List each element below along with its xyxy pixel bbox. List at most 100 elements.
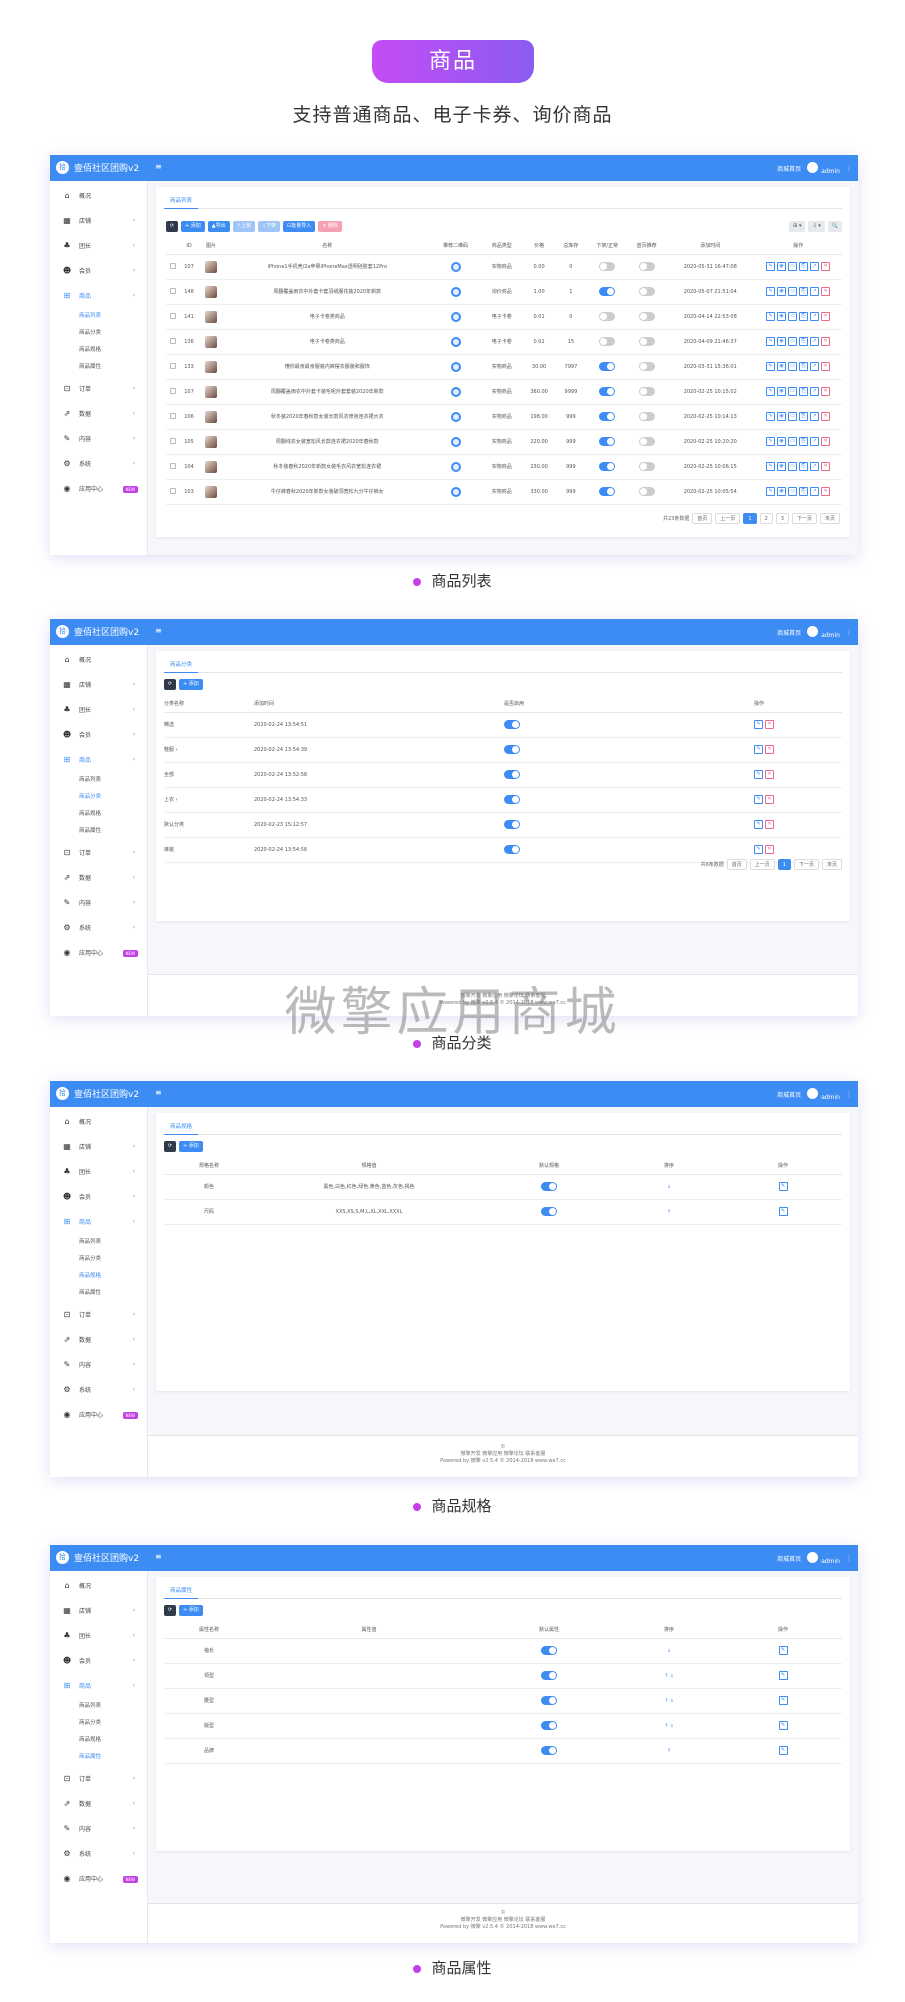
comment-icon[interactable]: ▭ [788,387,798,396]
menu-toggle-icon[interactable]: ≡ [155,626,162,635]
first-page-button[interactable]: 首页 [726,859,747,870]
delete-icon[interactable]: ✕ [765,795,774,804]
page-button[interactable]: 2 [759,513,773,524]
more-icon[interactable]: ⋮ [846,1555,852,1562]
sort-cell[interactable]: ↓ [614,1174,724,1200]
row-checkbox[interactable] [169,463,176,470]
refresh-button[interactable]: ⟳ [164,1141,176,1152]
link-icon[interactable]: ↗ [810,387,820,396]
sidebar-subitem-2[interactable]: 商品规格 [50,806,147,823]
onsale-toggle[interactable] [599,387,616,396]
columns-menu-button[interactable]: ⊞ ▾ [789,221,806,232]
sidebar-subitem-0[interactable]: 商品列表 [50,772,147,789]
sidebar-item-4[interactable]: ⊞ 商品 › [50,1209,147,1234]
edit-icon[interactable]: ✎ [766,362,776,371]
qrcode-icon[interactable] [450,386,461,397]
qrcode-icon[interactable] [450,286,461,297]
next-page-button[interactable]: 下一页 [793,859,819,870]
add-button[interactable]: + 添加 [181,221,205,232]
sidebar-item-6[interactable]: ⇗ 数据 › [50,1327,147,1352]
link-icon[interactable]: ↗ [810,287,820,296]
delete-icon[interactable]: ✕ [821,262,831,271]
more-icon[interactable]: ⋮ [846,629,852,636]
link-icon[interactable]: ↗ [810,487,820,496]
onsale-toggle[interactable] [599,362,616,371]
recommend-toggle[interactable] [638,337,655,346]
default-toggle[interactable] [541,1746,557,1755]
refresh-button[interactable]: ⟳ [164,679,176,690]
view-icon[interactable]: ◉ [777,287,787,296]
search-icon[interactable]: 🔍 [827,221,842,232]
delete-icon[interactable]: ✕ [821,362,831,371]
edit-icon[interactable]: ✎ [754,795,763,804]
sort-cell[interactable]: ↑ ↓ [614,1713,724,1739]
edit-icon[interactable]: ✎ [754,745,763,754]
sidebar-subitem-2[interactable]: 商品规格 [50,342,147,359]
onsale-toggle[interactable] [599,262,616,271]
sidebar-item-8[interactable]: ⚙ 系统 › [50,1841,147,1866]
link-icon[interactable]: ↗ [810,337,820,346]
sidebar-subitem-0[interactable]: 商品列表 [50,1698,147,1715]
copy-icon[interactable]: ⎘ [799,412,809,421]
sidebar-item-6[interactable]: ⇗ 数据 › [50,1791,147,1816]
comment-icon[interactable]: ▭ [788,312,798,321]
sidebar-item-3[interactable]: ☻ 会员 › [50,722,147,747]
sidebar-item-3[interactable]: ☻ 会员 › [50,258,147,283]
sidebar-item-2[interactable]: ♣ 团长 › [50,233,147,258]
sidebar-subitem-3[interactable]: 商品属性 [50,1285,147,1302]
edit-icon[interactable]: ✎ [778,1671,788,1680]
enabled-toggle[interactable] [504,770,520,779]
enabled-toggle[interactable] [504,745,520,754]
copy-icon[interactable]: ⎘ [799,437,809,446]
home-link[interactable]: 商城首页 [777,164,801,173]
link-icon[interactable]: ↗ [810,312,820,321]
recommend-toggle[interactable] [638,462,655,471]
edit-icon[interactable]: ✎ [766,412,776,421]
recommend-toggle[interactable] [638,412,655,421]
delete-icon[interactable]: ✕ [765,820,774,829]
sidebar-item-7[interactable]: ✎ 内容 › [50,426,147,451]
sidebar-subitem-1[interactable]: 商品分类 [50,1715,147,1732]
sidebar-item-4[interactable]: ⊞ 商品 › [50,283,147,308]
sidebar-item-5[interactable]: ⊡ 订单 › [50,1302,147,1327]
copy-icon[interactable]: ⎘ [799,462,809,471]
sidebar-subitem-0[interactable]: 商品列表 [50,308,147,325]
copy-icon[interactable]: ⎘ [799,362,809,371]
comment-icon[interactable]: ▭ [788,412,798,421]
default-toggle[interactable] [541,1646,557,1655]
view-icon[interactable]: ◉ [777,462,787,471]
sidebar-subitem-3[interactable]: 商品属性 [50,1749,147,1766]
sidebar-item-5[interactable]: ⊡ 订单 › [50,376,147,401]
batch-import-button[interactable]: ⊡批量导入 [283,221,316,232]
edit-icon[interactable]: ✎ [778,1182,788,1191]
delete-icon[interactable]: ✕ [821,287,831,296]
sidebar-item-8[interactable]: ⚙ 系统 › [50,915,147,940]
onsale-toggle[interactable] [599,412,616,421]
view-icon[interactable]: ◉ [777,412,787,421]
edit-icon[interactable]: ✎ [766,487,776,496]
default-toggle[interactable] [541,1671,557,1680]
menu-toggle-icon[interactable]: ≡ [155,1088,162,1097]
tab-product-attribute[interactable]: 商品属性 [164,1585,199,1599]
onsale-toggle[interactable] [599,287,616,296]
sidebar-item-0[interactable]: ⌂ 概况 [50,647,147,672]
sidebar-item-7[interactable]: ✎ 内容 › [50,890,147,915]
sidebar-subitem-3[interactable]: 商品属性 [50,359,147,376]
recommend-toggle[interactable] [638,262,655,271]
sidebar-item-7[interactable]: ✎ 内容 › [50,1352,147,1377]
page-button[interactable]: 1 [777,859,791,870]
sidebar-item-6[interactable]: ⇗ 数据 › [50,401,147,426]
delete-icon[interactable]: ✕ [821,387,831,396]
sidebar-item-9[interactable]: ◉ 应用中心 NEW [50,476,147,501]
tab-product-spec[interactable]: 商品规格 [164,1121,199,1135]
row-checkbox[interactable] [169,388,176,395]
view-icon[interactable]: ◉ [777,437,787,446]
last-page-button[interactable]: 末页 [821,859,842,870]
edit-icon[interactable]: ✎ [754,820,763,829]
page-button[interactable]: 3 [775,513,789,524]
enabled-toggle[interactable] [504,720,520,729]
sort-cell[interactable]: ↑ [614,1199,724,1225]
sidebar-item-8[interactable]: ⚙ 系统 › [50,451,147,476]
edit-icon[interactable]: ✎ [754,770,763,779]
copy-icon[interactable]: ⎘ [799,487,809,496]
